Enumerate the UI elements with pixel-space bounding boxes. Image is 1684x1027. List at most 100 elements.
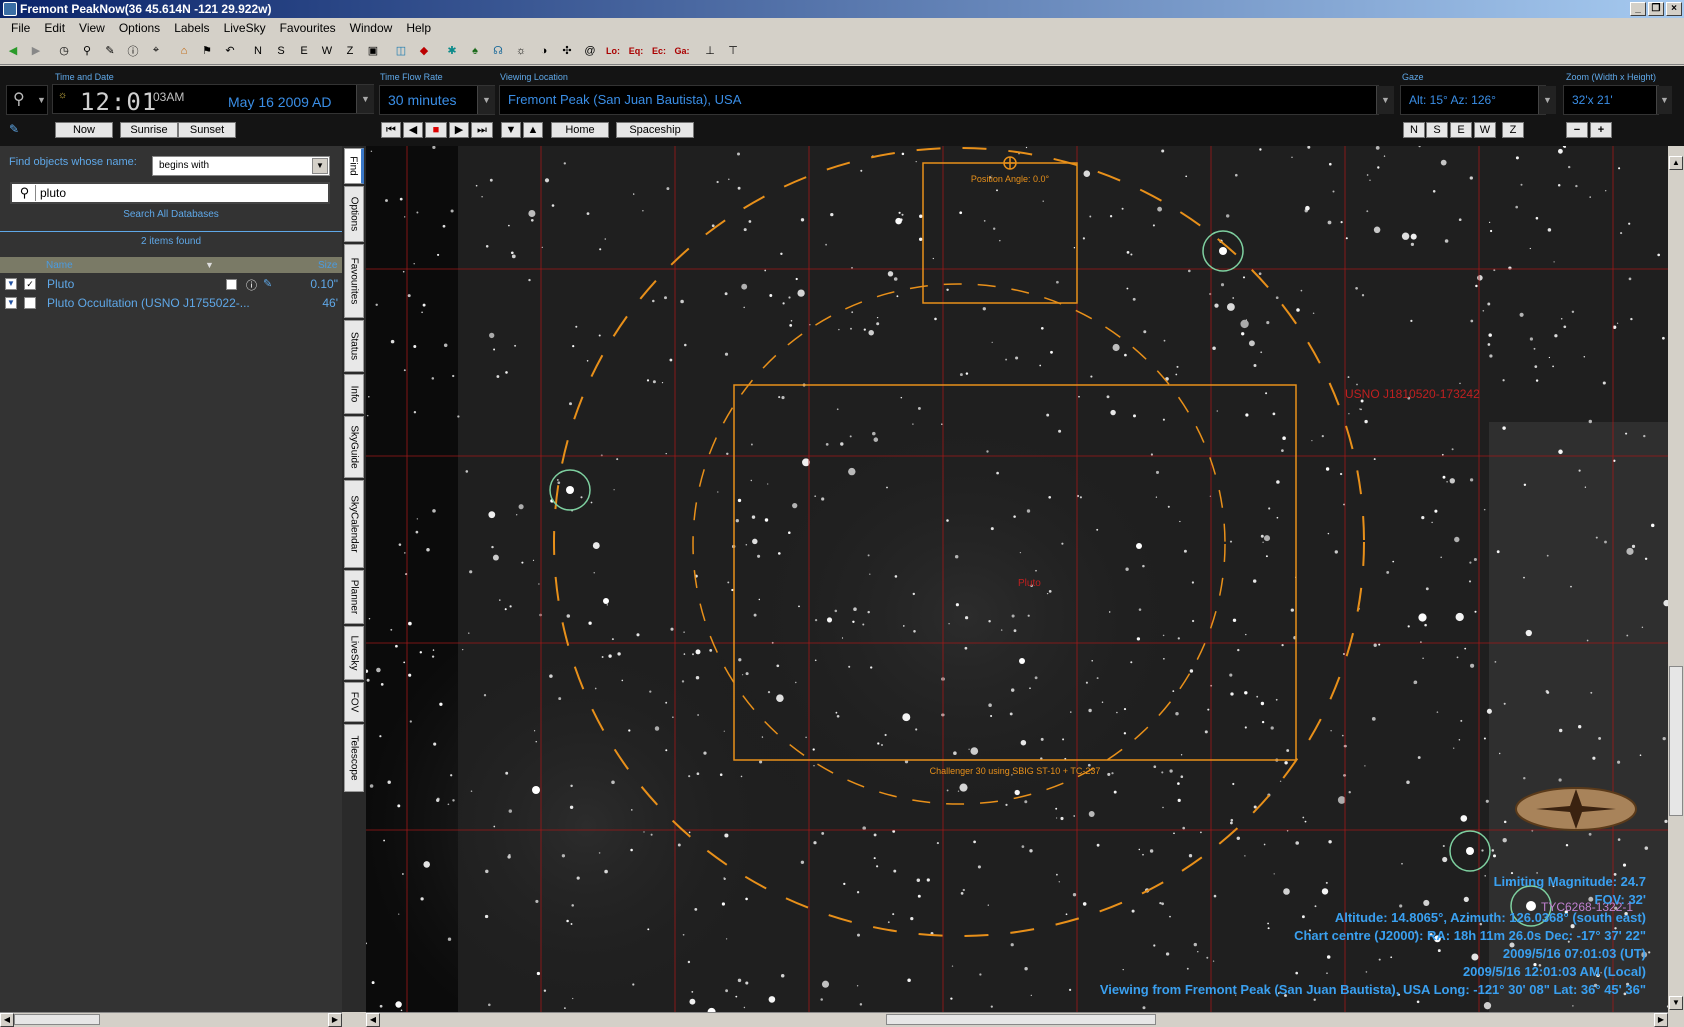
window-icon[interactable]: ◫ [390, 39, 412, 62]
menu-view[interactable]: View [72, 21, 112, 35]
zoom-display[interactable]: 32'x 21' [1563, 85, 1659, 115]
galactic-grid-button[interactable]: Ga: [671, 39, 693, 62]
home-button[interactable]: Home [551, 122, 609, 138]
sidebar-scrollbar[interactable]: ◀ ▶ [0, 1012, 342, 1027]
step-forward-button[interactable]: ⏭ [471, 122, 493, 138]
list-item[interactable]: ▼ Pluto Occultation (USNO J1755022-... 4… [0, 294, 342, 312]
search-all-link[interactable]: Search All Databases [0, 209, 342, 220]
column-size[interactable]: Size [318, 260, 337, 271]
find-button-panel[interactable]: ⚲ ▼ [6, 85, 48, 115]
local-grid-button[interactable]: Lo: [602, 39, 624, 62]
sky-vertical-scrollbar[interactable]: ▲ ▼ [1668, 146, 1684, 1012]
list-item[interactable]: ▼ ✓ Pluto ⓘ ✎ 0.10" [0, 275, 342, 293]
sort-icon[interactable]: ▼ [205, 260, 214, 270]
pluto-label[interactable]: Pluto [1018, 578, 1041, 589]
scroll-right-icon[interactable]: ▶ [1654, 1013, 1668, 1027]
equatorial-grid-button[interactable]: Eq: [625, 39, 647, 62]
tab-options[interactable]: Options [344, 186, 364, 242]
result-checkbox[interactable]: ✓ [24, 278, 36, 290]
menu-window[interactable]: Window [343, 21, 400, 35]
notes-icon[interactable]: ✎ [99, 39, 121, 62]
now-button[interactable]: Now [55, 122, 113, 138]
stop-button[interactable]: ■ [425, 122, 447, 138]
usno-star-label[interactable]: USNO J1810520-173242 [1345, 387, 1480, 401]
column-name[interactable]: Name [46, 260, 73, 271]
stars-icon[interactable]: ✱ [441, 39, 463, 62]
pin-icon[interactable]: ✎ [9, 122, 19, 136]
scroll-down-icon[interactable]: ▼ [1669, 996, 1683, 1010]
sky-horizontal-scrollbar[interactable]: ◀ ▶ [366, 1012, 1668, 1027]
location-display[interactable]: Fremont Peak (San Juan Bautista), USA [499, 85, 1379, 115]
fullscreen-icon[interactable]: ▣ [362, 39, 384, 62]
galaxy-icon[interactable]: @ [579, 39, 601, 62]
east-icon[interactable]: E [293, 39, 315, 62]
back-icon[interactable]: ◀ [2, 39, 24, 62]
search-input[interactable] [40, 186, 320, 200]
tab-status[interactable]: Status [344, 320, 364, 372]
restore-button[interactable]: ❐ [1648, 2, 1664, 16]
step-back-button[interactable]: ⏮ [381, 122, 401, 138]
gaze-north-button[interactable]: N [1403, 122, 1425, 138]
spaceship-button[interactable]: Spaceship [616, 122, 694, 138]
date-dropdown[interactable]: ▼ [356, 85, 374, 113]
result-name[interactable]: Pluto Occultation (USNO J1755022-... [47, 296, 250, 310]
tab-skyguide[interactable]: SkyGuide [344, 416, 364, 478]
up-button[interactable]: ▲ [523, 122, 543, 138]
menu-options[interactable]: Options [112, 21, 167, 35]
telescope-icon[interactable]: ⌖ [145, 39, 167, 62]
search-icon[interactable]: ⚲ [14, 185, 36, 201]
clock-icon[interactable]: ◷ [53, 39, 75, 62]
menu-file[interactable]: File [4, 21, 37, 35]
flow-dropdown[interactable]: ▼ [477, 86, 495, 114]
zoom-in-button[interactable]: + [1590, 122, 1612, 138]
tab-planner[interactable]: Planner [344, 570, 364, 624]
ecliptic-grid-button[interactable]: Ec: [648, 39, 670, 62]
moon-icon[interactable]: ◑ [533, 39, 555, 62]
deepsky-icon[interactable]: ✣ [556, 39, 578, 62]
menu-livesky[interactable]: LiveSky [217, 21, 273, 35]
gaze-zenith-button[interactable]: Z [1502, 122, 1524, 138]
scroll-thumb[interactable] [886, 1014, 1156, 1025]
info-icon[interactable]: ⓘ [246, 277, 257, 293]
home-icon[interactable]: ⌂ [173, 39, 195, 62]
gaze-display[interactable]: Alt: 15° Az: 126° [1400, 85, 1546, 115]
tab-favourites[interactable]: Favourites [344, 244, 364, 318]
tab-telescope[interactable]: Telescope [344, 724, 364, 792]
tab-fov[interactable]: FOV [344, 682, 364, 722]
scroll-right-icon[interactable]: ▶ [328, 1013, 342, 1027]
north-icon[interactable]: N [247, 39, 269, 62]
scope-slew-icon[interactable]: ⊤ [722, 39, 744, 62]
scroll-up-icon[interactable]: ▲ [1669, 156, 1683, 170]
tab-livesky[interactable]: LiveSky [344, 626, 364, 680]
expand-icon[interactable]: ▼ [5, 278, 17, 290]
sky-chart[interactable]: Position Angle: 0.0° Challenger 30 using… [366, 146, 1668, 1012]
constellation-icon[interactable]: ☊ [487, 39, 509, 62]
scroll-thumb[interactable] [14, 1014, 100, 1025]
gaze-west-button[interactable]: W [1474, 122, 1496, 138]
menu-labels[interactable]: Labels [167, 21, 216, 35]
menu-favourites[interactable]: Favourites [273, 21, 343, 35]
expand-icon[interactable]: ▼ [5, 297, 17, 309]
result-checkbox[interactable] [24, 297, 36, 309]
location-dropdown[interactable]: ▼ [1376, 86, 1394, 114]
pin-icon[interactable]: ✎ [263, 277, 272, 290]
gaze-dropdown[interactable]: ▼ [1538, 86, 1556, 114]
zoom-dropdown[interactable]: ▼ [1656, 86, 1672, 114]
close-button[interactable]: × [1666, 2, 1682, 16]
sky-canvas[interactable]: Position Angle: 0.0° Challenger 30 using… [366, 146, 1668, 1012]
tab-info[interactable]: Info [344, 374, 364, 414]
gaze-east-button[interactable]: E [1450, 122, 1472, 138]
tab-skycalendar[interactable]: SkyCalendar [344, 480, 364, 568]
label-toggle-icon[interactable] [226, 279, 237, 290]
south-icon[interactable]: S [270, 39, 292, 62]
forward-icon[interactable]: ▶ [25, 39, 47, 62]
minimize-button[interactable]: _ [1630, 2, 1646, 16]
info-icon[interactable]: ⓘ [122, 39, 144, 62]
marker-icon[interactable]: ◆ [413, 39, 435, 62]
gaze-south-button[interactable]: S [1426, 122, 1448, 138]
menu-edit[interactable]: Edit [37, 21, 72, 35]
result-name[interactable]: Pluto [47, 277, 74, 291]
menu-help[interactable]: Help [399, 21, 438, 35]
zenith-icon[interactable]: Z [339, 39, 361, 62]
scope-mount-icon[interactable]: ⊥ [699, 39, 721, 62]
